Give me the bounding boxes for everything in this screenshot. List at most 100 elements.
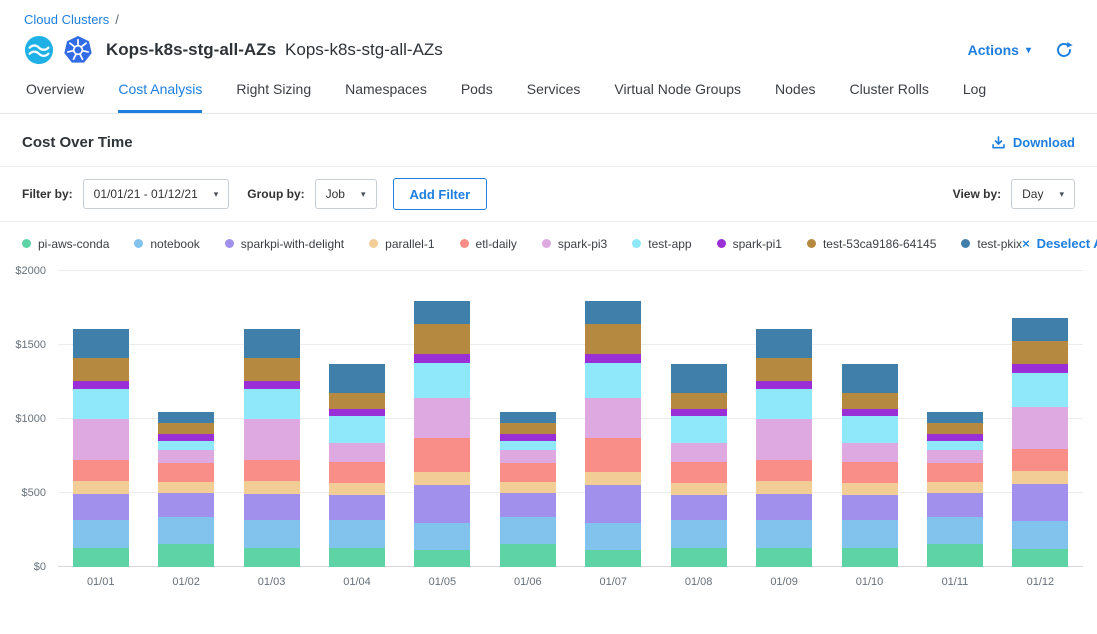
stacked-bar-01-02[interactable] (158, 271, 214, 567)
bar-segment-test-53ca9186-64145[interactable] (585, 324, 641, 354)
bar-segment-spark-pi1[interactable] (756, 381, 812, 389)
bar-segment-spark-pi1[interactable] (244, 381, 300, 389)
bar-segment-sparkpi-with-delight[interactable] (414, 485, 470, 523)
bar-segment-notebook[interactable] (329, 520, 385, 547)
bar-segment-parallel-1[interactable] (500, 482, 556, 493)
legend-item-etl-daily[interactable]: etl-daily (460, 237, 517, 251)
bar-segment-spark-pi3[interactable] (756, 419, 812, 460)
bar-segment-test-app[interactable] (756, 389, 812, 419)
stacked-bar-01-06[interactable] (500, 271, 556, 567)
group-by-select[interactable]: Job ▾ (315, 179, 377, 209)
bar-segment-test-pkix[interactable] (244, 329, 300, 358)
bar-segment-pi-aws-conda[interactable] (1012, 549, 1068, 567)
bar-segment-test-app[interactable] (842, 416, 898, 443)
bar-segment-pi-aws-conda[interactable] (671, 548, 727, 567)
bar-segment-test-53ca9186-64145[interactable] (1012, 341, 1068, 364)
tab-cluster-rolls[interactable]: Cluster Rolls (849, 81, 928, 113)
bar-segment-parallel-1[interactable] (158, 482, 214, 493)
bar-segment-sparkpi-with-delight[interactable] (500, 493, 556, 517)
bar-segment-sparkpi-with-delight[interactable] (842, 495, 898, 520)
bar-segment-test-53ca9186-64145[interactable] (756, 358, 812, 381)
bar-segment-pi-aws-conda[interactable] (500, 544, 556, 567)
bar-segment-test-app[interactable] (158, 441, 214, 451)
bar-segment-pi-aws-conda[interactable] (842, 548, 898, 567)
bar-segment-etl-daily[interactable] (842, 462, 898, 483)
bar-segment-test-pkix[interactable] (414, 301, 470, 324)
view-by-select[interactable]: Day ▾ (1011, 179, 1075, 209)
bar-segment-test-app[interactable] (414, 363, 470, 398)
legend-item-parallel-1[interactable]: parallel-1 (369, 237, 434, 251)
stacked-bar-01-12[interactable] (1012, 271, 1068, 567)
stacked-bar-01-03[interactable] (244, 271, 300, 567)
bar-segment-etl-daily[interactable] (73, 460, 129, 481)
bar-segment-spark-pi3[interactable] (500, 450, 556, 463)
stacked-bar-01-01[interactable] (73, 271, 129, 567)
bar-segment-notebook[interactable] (158, 517, 214, 544)
bar-segment-parallel-1[interactable] (927, 482, 983, 493)
legend-item-spark-pi1[interactable]: spark-pi1 (717, 237, 782, 251)
tab-namespaces[interactable]: Namespaces (345, 81, 427, 113)
bar-segment-sparkpi-with-delight[interactable] (1012, 484, 1068, 521)
bar-segment-etl-daily[interactable] (158, 463, 214, 482)
bar-segment-spark-pi3[interactable] (927, 450, 983, 463)
bar-segment-test-53ca9186-64145[interactable] (414, 324, 470, 354)
bar-segment-spark-pi3[interactable] (585, 398, 641, 438)
bar-segment-spark-pi1[interactable] (158, 434, 214, 441)
tab-services[interactable]: Services (527, 81, 581, 113)
bar-segment-spark-pi1[interactable] (671, 409, 727, 416)
bar-segment-pi-aws-conda[interactable] (158, 544, 214, 567)
bar-segment-test-pkix[interactable] (158, 412, 214, 424)
bar-segment-test-app[interactable] (329, 416, 385, 443)
stacked-bar-01-10[interactable] (842, 271, 898, 567)
bar-segment-sparkpi-with-delight[interactable] (329, 495, 385, 520)
bar-segment-test-pkix[interactable] (671, 364, 727, 393)
bar-segment-pi-aws-conda[interactable] (244, 548, 300, 567)
date-range-select[interactable]: 01/01/21 - 01/12/21 ▾ (83, 179, 230, 209)
stacked-bar-01-05[interactable] (414, 271, 470, 567)
bar-segment-test-app[interactable] (585, 363, 641, 398)
bar-segment-sparkpi-with-delight[interactable] (73, 494, 129, 520)
bar-segment-parallel-1[interactable] (756, 481, 812, 494)
bar-segment-notebook[interactable] (756, 520, 812, 548)
bar-segment-spark-pi3[interactable] (1012, 407, 1068, 449)
bar-segment-test-app[interactable] (671, 416, 727, 443)
legend-item-notebook[interactable]: notebook (134, 237, 199, 251)
bar-segment-sparkpi-with-delight[interactable] (158, 493, 214, 517)
bar-segment-spark-pi1[interactable] (414, 354, 470, 363)
stacked-bar-01-07[interactable] (585, 271, 641, 567)
bar-segment-pi-aws-conda[interactable] (756, 548, 812, 567)
bar-segment-test-app[interactable] (244, 389, 300, 419)
bar-segment-spark-pi3[interactable] (671, 443, 727, 462)
bar-segment-sparkpi-with-delight[interactable] (585, 485, 641, 523)
bar-segment-test-53ca9186-64145[interactable] (500, 423, 556, 433)
bar-segment-sparkpi-with-delight[interactable] (927, 493, 983, 517)
bar-segment-etl-daily[interactable] (500, 463, 556, 482)
bar-segment-etl-daily[interactable] (585, 438, 641, 472)
bar-segment-spark-pi3[interactable] (73, 419, 129, 460)
bar-segment-parallel-1[interactable] (73, 481, 129, 494)
bar-segment-etl-daily[interactable] (244, 460, 300, 481)
bar-segment-test-pkix[interactable] (73, 329, 129, 358)
bar-segment-spark-pi1[interactable] (329, 409, 385, 416)
bar-segment-spark-pi1[interactable] (585, 354, 641, 363)
deselect-all-button[interactable]: × Deselect All (1022, 236, 1097, 251)
bar-segment-test-53ca9186-64145[interactable] (158, 423, 214, 433)
bar-segment-spark-pi3[interactable] (329, 443, 385, 462)
bar-segment-parallel-1[interactable] (842, 483, 898, 496)
bar-segment-test-pkix[interactable] (927, 412, 983, 424)
bar-segment-etl-daily[interactable] (414, 438, 470, 472)
tab-overview[interactable]: Overview (26, 81, 84, 113)
bar-segment-test-app[interactable] (927, 441, 983, 451)
bar-segment-spark-pi1[interactable] (842, 409, 898, 416)
add-filter-button[interactable]: Add Filter (393, 178, 488, 210)
bar-segment-notebook[interactable] (1012, 521, 1068, 549)
bar-segment-spark-pi1[interactable] (500, 434, 556, 441)
bar-segment-test-53ca9186-64145[interactable] (73, 358, 129, 381)
bar-segment-parallel-1[interactable] (329, 483, 385, 496)
bar-segment-notebook[interactable] (73, 520, 129, 548)
bar-segment-notebook[interactable] (671, 520, 727, 547)
breadcrumb-link-cloud-clusters[interactable]: Cloud Clusters (24, 12, 109, 27)
tab-right-sizing[interactable]: Right Sizing (236, 81, 311, 113)
bar-segment-notebook[interactable] (500, 517, 556, 544)
bar-segment-parallel-1[interactable] (1012, 471, 1068, 484)
